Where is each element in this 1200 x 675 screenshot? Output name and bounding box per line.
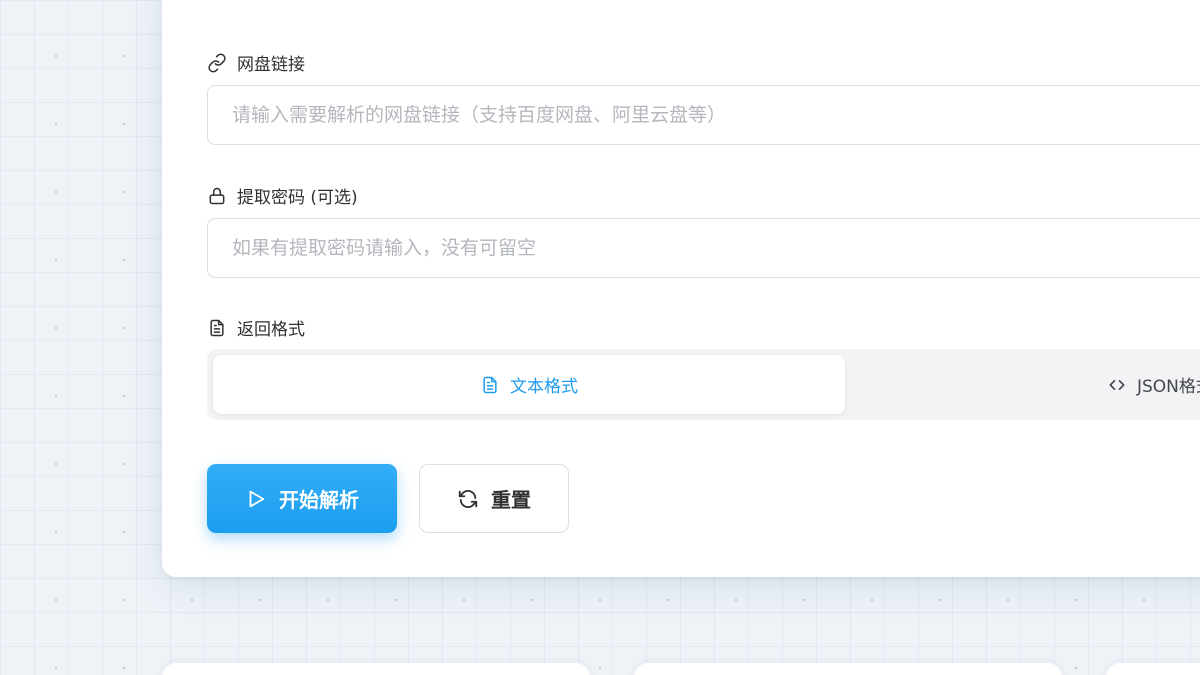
- code-icon: [1109, 379, 1125, 390]
- password-input[interactable]: [207, 218, 1200, 278]
- format-option-text-label: 文本格式: [510, 377, 578, 397]
- reset-button[interactable]: 重置: [419, 464, 569, 533]
- link-icon: [208, 53, 226, 72]
- link-field-label: 网盘链接: [207, 50, 305, 75]
- feature-card: [162, 663, 590, 675]
- password-label-text: 提取密码 (可选): [237, 188, 358, 208]
- start-parse-button[interactable]: 开始解析: [207, 464, 397, 533]
- format-field-label: 返回格式: [207, 315, 305, 340]
- format-option-json-label: JSON格式: [1137, 377, 1200, 397]
- feature-card: [634, 663, 1062, 675]
- link-label-text: 网盘链接: [237, 55, 305, 75]
- format-option-json[interactable]: JSON格式: [1107, 355, 1200, 414]
- link-input[interactable]: [207, 85, 1200, 145]
- document-icon: [483, 376, 497, 393]
- document-icon: [210, 319, 224, 336]
- password-field-label: 提取密码 (可选): [207, 183, 358, 208]
- format-selector: 文本格式 JSON格式: [207, 349, 1200, 420]
- format-label-text: 返回格式: [237, 320, 305, 340]
- feature-card: [1106, 663, 1200, 675]
- format-option-text[interactable]: 文本格式: [213, 355, 845, 414]
- play-icon: [249, 490, 265, 507]
- start-parse-label: 开始解析: [279, 488, 359, 512]
- lock-icon: [209, 187, 225, 204]
- refresh-icon: [458, 489, 478, 508]
- reset-label: 重置: [491, 488, 531, 512]
